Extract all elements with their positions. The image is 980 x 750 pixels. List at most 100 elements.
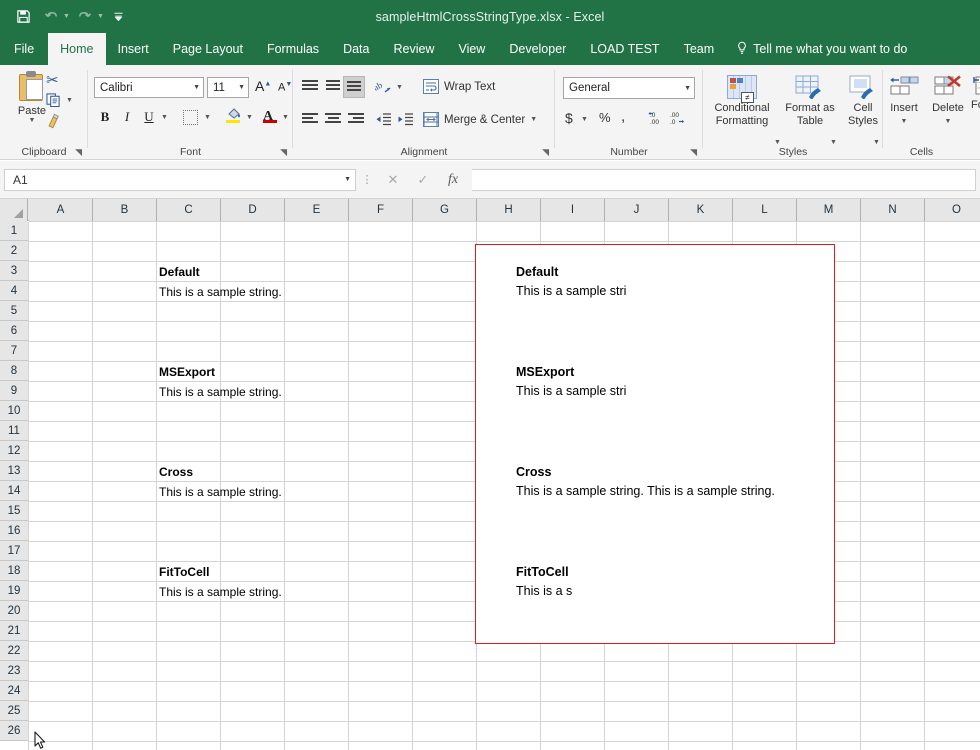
scissors-icon[interactable]: ✂: [46, 71, 59, 89]
clipboard-dialog-launcher[interactable]: ◥: [75, 147, 82, 158]
column-header-D[interactable]: D: [221, 199, 285, 221]
spreadsheet-grid[interactable]: ABCDEFGHIJKLMNO 123456789101112131415161…: [0, 199, 980, 750]
row-header-12[interactable]: 12: [0, 441, 28, 461]
row-header-5[interactable]: 5: [0, 301, 28, 321]
accounting-format-button[interactable]: $: [565, 110, 573, 126]
fill-color-dropdown-icon[interactable]: ▼: [246, 114, 253, 121]
row-header-22[interactable]: 22: [0, 641, 28, 661]
format-painter-icon[interactable]: [43, 111, 64, 133]
column-header-K[interactable]: K: [669, 199, 733, 221]
column-header-B[interactable]: B: [93, 199, 157, 221]
undo-icon[interactable]: [38, 4, 64, 30]
tab-insert[interactable]: Insert: [106, 33, 161, 65]
row-header-21[interactable]: 21: [0, 621, 28, 641]
copy-icon[interactable]: [46, 93, 61, 110]
fill-color-icon[interactable]: [226, 107, 242, 126]
font-dialog-launcher[interactable]: ◥: [280, 147, 287, 158]
row-header-14[interactable]: 14: [0, 481, 28, 501]
column-header-G[interactable]: G: [413, 199, 477, 221]
cell-C19[interactable]: This is a sample string. This is a sampl…: [157, 582, 285, 602]
copy-dropdown-icon[interactable]: ▼: [66, 97, 73, 104]
row-header-3[interactable]: 3: [0, 261, 28, 281]
cell-C14[interactable]: This is a sample string. This is a sampl…: [157, 482, 285, 502]
underline-button[interactable]: U: [140, 108, 158, 126]
select-all-corner[interactable]: [0, 199, 28, 221]
orientation-icon[interactable]: ab: [375, 79, 392, 100]
borders-dropdown-icon[interactable]: ▼: [204, 114, 211, 121]
row-header-18[interactable]: 18: [0, 561, 28, 581]
redo-icon[interactable]: [72, 4, 98, 30]
cell-C13[interactable]: Cross: [157, 462, 285, 482]
borders-icon[interactable]: [183, 110, 198, 125]
cell-C4[interactable]: This is a sample string. This is a sampl…: [157, 282, 285, 302]
row-header-8[interactable]: 8: [0, 361, 28, 381]
cell-styles-dropdown-icon[interactable]: ▼: [873, 139, 880, 146]
conditional-formatting-dropdown-icon[interactable]: ▼: [774, 139, 781, 146]
cell-C18[interactable]: FitToCell: [157, 562, 285, 582]
font-color-icon[interactable]: A: [263, 107, 273, 125]
increase-indent-icon[interactable]: [397, 112, 414, 132]
font-size-combo[interactable]: 11 ▼: [207, 77, 249, 98]
row-header-25[interactable]: 25: [0, 701, 28, 721]
row-header-26[interactable]: 26: [0, 721, 28, 741]
cell-C8[interactable]: MSExport: [157, 362, 285, 382]
number-format-combo[interactable]: General ▼: [563, 77, 695, 99]
tab-page-layout[interactable]: Page Layout: [161, 33, 255, 65]
chevron-down-icon[interactable]: ▼: [234, 84, 245, 91]
delete-cells-button[interactable]: Delete ▼: [925, 75, 971, 128]
insert-function-icon[interactable]: fx: [438, 169, 468, 191]
decrease-decimal-icon[interactable]: .00.0: [669, 110, 687, 131]
save-icon[interactable]: [10, 4, 36, 30]
align-center-icon[interactable]: [325, 113, 341, 127]
merge-center-dropdown-icon[interactable]: ▼: [530, 116, 537, 123]
chevron-down-icon[interactable]: ▼: [189, 84, 200, 91]
font-color-dropdown-icon[interactable]: ▼: [282, 114, 289, 121]
column-header-C[interactable]: C: [157, 199, 221, 221]
alignment-dialog-launcher[interactable]: ◥: [542, 147, 549, 158]
tab-home[interactable]: Home: [48, 33, 105, 65]
column-header-L[interactable]: L: [733, 199, 797, 221]
redo-dropdown-icon[interactable]: ▼: [97, 13, 104, 20]
row-header-13[interactable]: 13: [0, 461, 28, 481]
insert-cells-dropdown-icon[interactable]: ▼: [901, 115, 908, 128]
accounting-dropdown-icon[interactable]: ▼: [581, 116, 588, 123]
decrease-indent-icon[interactable]: [375, 112, 392, 132]
row-header-6[interactable]: 6: [0, 321, 28, 341]
merge-center-button[interactable]: Merge & Center ▼: [423, 112, 537, 127]
underline-dropdown-icon[interactable]: ▼: [161, 114, 168, 121]
column-header-J[interactable]: J: [605, 199, 669, 221]
comma-format-button[interactable]: ,: [621, 108, 625, 125]
column-header-E[interactable]: E: [285, 199, 349, 221]
cell-C3[interactable]: Default: [157, 262, 285, 282]
decrease-font-size-button[interactable]: A▼: [278, 81, 292, 94]
column-header-I[interactable]: I: [541, 199, 605, 221]
row-header-23[interactable]: 23: [0, 661, 28, 681]
percent-format-button[interactable]: %: [599, 110, 611, 125]
column-header-N[interactable]: N: [861, 199, 925, 221]
formula-bar-splitter[interactable]: ⋮: [356, 173, 378, 186]
tab-load-test[interactable]: LOAD TEST: [578, 33, 671, 65]
column-header-O[interactable]: O: [925, 199, 980, 221]
customize-quick-access-icon[interactable]: [106, 4, 132, 30]
tell-me-box[interactable]: Tell me what you want to do: [726, 33, 917, 65]
font-name-combo[interactable]: Calibri ▼: [94, 77, 204, 98]
align-right-icon[interactable]: [348, 113, 364, 127]
column-header-M[interactable]: M: [797, 199, 861, 221]
row-header-24[interactable]: 24: [0, 681, 28, 701]
row-header-15[interactable]: 15: [0, 501, 28, 521]
align-bottom-button[interactable]: [343, 76, 365, 98]
format-cells-button[interactable]: Fo: [971, 75, 980, 112]
wrap-text-button[interactable]: Wrap Text: [423, 79, 495, 94]
chevron-down-icon[interactable]: ▼: [340, 176, 351, 183]
cell-C9[interactable]: This is a sample string. This is a sampl…: [157, 382, 285, 402]
column-header-A[interactable]: A: [29, 199, 93, 221]
column-header-F[interactable]: F: [349, 199, 413, 221]
tab-team[interactable]: Team: [672, 33, 727, 65]
format-as-table-button[interactable]: Format as Table: [779, 75, 841, 128]
increase-font-size-button[interactable]: A▲: [255, 78, 271, 94]
formula-input[interactable]: [472, 169, 976, 191]
row-header-20[interactable]: 20: [0, 601, 28, 621]
tab-file[interactable]: File: [0, 33, 48, 65]
cell-styles-button[interactable]: Cell Styles: [841, 75, 885, 128]
align-top-icon[interactable]: [302, 80, 318, 94]
